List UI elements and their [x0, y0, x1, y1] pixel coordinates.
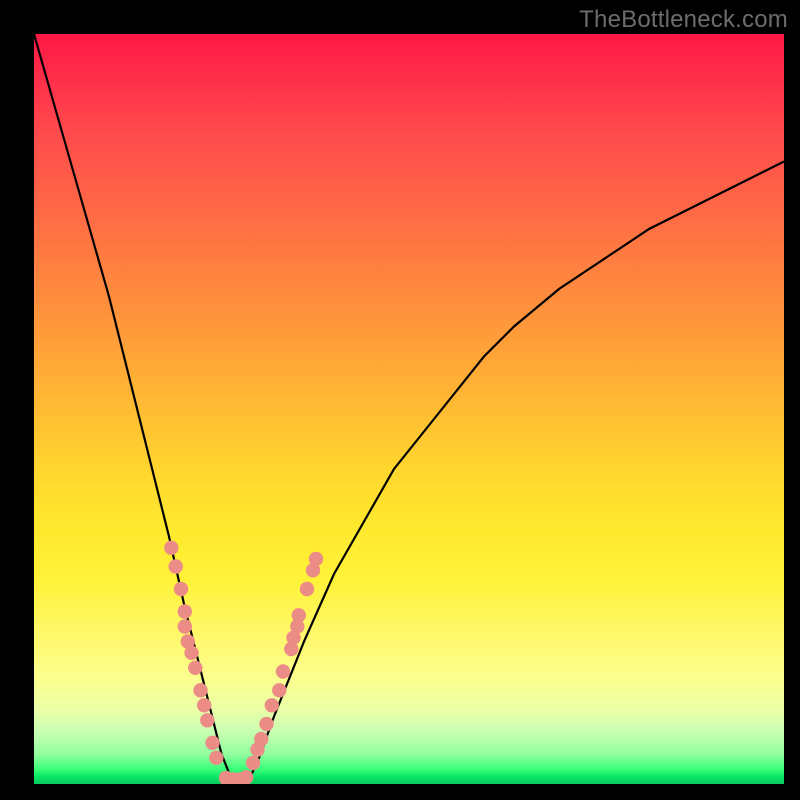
chart-frame: TheBottleneck.com [0, 0, 800, 800]
gradient-background [34, 34, 784, 784]
watermark-text: TheBottleneck.com [579, 6, 788, 34]
plot-area [34, 34, 784, 784]
